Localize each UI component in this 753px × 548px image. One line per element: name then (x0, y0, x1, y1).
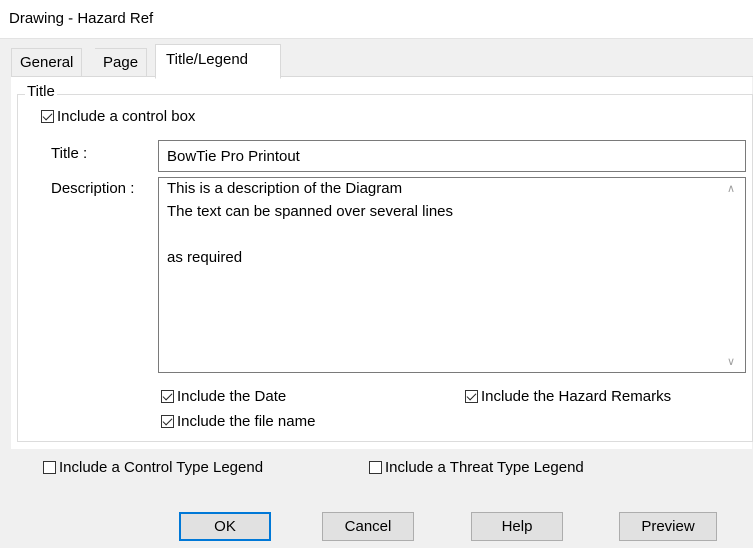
description-line: This is a description of the Diagram (167, 180, 403, 197)
include-date-checkbox[interactable]: Include the Date (161, 388, 286, 405)
threat-type-legend-checkbox[interactable]: Include a Threat Type Legend (369, 459, 584, 476)
include-file-name-checkbox[interactable]: Include the file name (161, 413, 315, 430)
tab-general-label: General (20, 54, 74, 71)
tab-title-legend[interactable]: Title/Legend (155, 44, 281, 79)
chevron-up-icon[interactable]: ∧ (727, 182, 735, 195)
include-control-box-label: Include a control box (57, 108, 196, 125)
include-file-name-check[interactable] (161, 415, 174, 428)
cancel-button[interactable]: Cancel (322, 512, 414, 541)
description-textarea[interactable]: This is a description of the Diagram The… (158, 177, 746, 373)
tab-title-legend-label: Title/Legend (166, 51, 249, 68)
control-type-legend-label: Include a Control Type Legend (59, 459, 264, 476)
help-button[interactable]: Help (471, 512, 563, 541)
control-type-legend-checkbox[interactable]: Include a Control Type Legend (43, 459, 263, 476)
include-date-label: Include the Date (177, 388, 287, 405)
include-control-box-checkbox[interactable]: Include a control box (41, 108, 195, 125)
control-type-legend-check[interactable] (43, 461, 56, 474)
description-label: Description : (51, 180, 135, 197)
tab-page[interactable]: Page (95, 48, 148, 77)
include-date-check[interactable] (161, 390, 174, 403)
include-hazard-remarks-label: Include the Hazard Remarks (481, 388, 672, 405)
threat-type-legend-label: Include a Threat Type Legend (385, 459, 584, 476)
title-bar: Drawing - Hazard Ref (0, 0, 753, 39)
include-hazard-remarks-check[interactable] (465, 390, 478, 403)
window-title: Drawing - Hazard Ref (9, 10, 154, 27)
chevron-down-icon[interactable]: ∨ (727, 355, 735, 368)
include-file-name-label: Include the file name (177, 413, 316, 430)
tab-general[interactable]: General (11, 48, 83, 77)
description-line: as required (167, 249, 243, 266)
include-hazard-remarks-checkbox[interactable]: Include the Hazard Remarks (465, 388, 671, 405)
threat-type-legend-check[interactable] (369, 461, 382, 474)
include-control-box-check[interactable] (41, 110, 54, 123)
preview-button[interactable]: Preview (619, 512, 717, 541)
tab-page-label: Page (103, 54, 139, 71)
ok-button[interactable]: OK (179, 512, 271, 541)
title-input[interactable]: BowTie Pro Printout (158, 140, 746, 172)
title-group-label: Title (25, 83, 57, 100)
description-line: The text can be spanned over several lin… (167, 203, 454, 220)
title-field-label: Title : (51, 145, 88, 162)
